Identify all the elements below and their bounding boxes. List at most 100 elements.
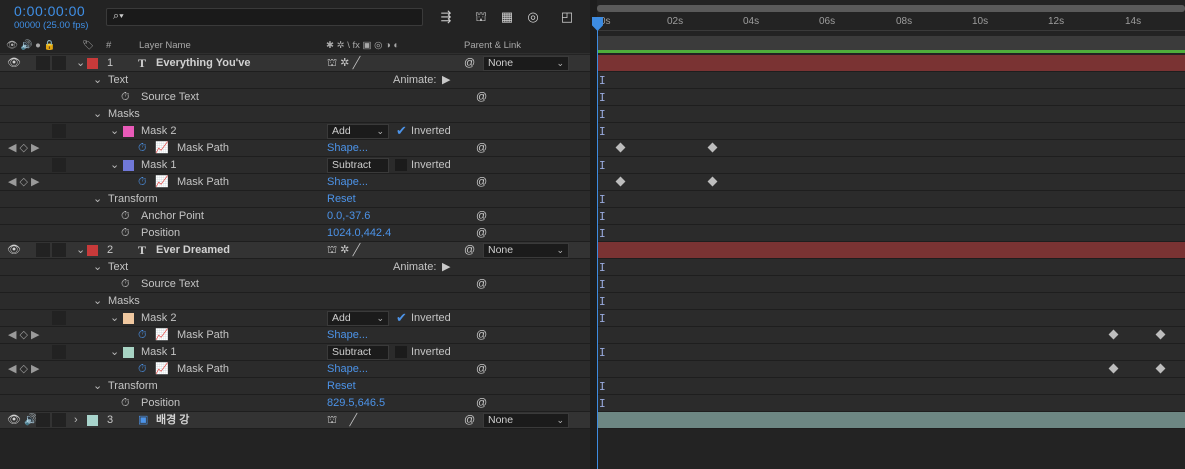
graph-icon[interactable]: 📈 — [155, 327, 169, 343]
mask-shape-link[interactable]: Shape... — [327, 174, 368, 190]
layer-name[interactable]: Everything You've — [156, 55, 251, 71]
pickwhip-icon[interactable]: @ — [476, 276, 487, 292]
mask-shape-link[interactable]: Shape... — [327, 361, 368, 377]
mask-color-swatch[interactable] — [123, 126, 134, 137]
current-time-display[interactable]: 0:00:00:00 — [14, 3, 85, 19]
parent-dropdown[interactable]: None ⌄ — [483, 243, 569, 258]
stopwatch-icon[interactable]: ⏱ — [121, 225, 130, 241]
property-group-masks[interactable]: ⌄ Masks — [0, 106, 590, 123]
keyframe[interactable] — [707, 142, 718, 153]
mask-2-row[interactable]: ⌄ Mask 2 Add ⌄ ✔ Inverted — [0, 123, 590, 140]
mask-color-swatch[interactable] — [123, 347, 134, 358]
pickwhip-icon[interactable]: @ — [476, 89, 487, 105]
pickwhip-icon[interactable]: @ — [476, 140, 487, 156]
pickwhip-icon[interactable]: @ — [476, 174, 487, 190]
layer-name[interactable]: Ever Dreamed — [156, 242, 230, 258]
inverted-checkbox[interactable] — [395, 159, 407, 171]
eye-icon[interactable]: 👁 — [7, 55, 21, 71]
property-source-text[interactable]: ⏱ Source Text @ — [0, 276, 590, 293]
eye-audio-icons[interactable]: 👁 🔊 — [7, 412, 38, 428]
reset-link[interactable]: Reset — [327, 191, 356, 207]
property-group-text[interactable]: ⌄ Text Animate: ▶ — [0, 72, 590, 89]
mask-name[interactable]: Mask 1 — [141, 344, 176, 360]
stopwatch-active-icon[interactable]: ⏱ — [138, 327, 147, 343]
stopwatch-icon[interactable]: ⏱ — [121, 395, 130, 411]
layer-bar-2[interactable] — [597, 242, 1185, 259]
keyframe-nav-icons[interactable]: ◀ ◇ ▶ — [8, 140, 40, 156]
layer-row-2[interactable]: 👁 ⌄ 2 T Ever Dreamed ⛫ ✲ ╱ @ None ⌄ — [0, 242, 590, 259]
mask-2-row[interactable]: ⌄ Mask 2 Add ⌄ ✔ Inverted — [0, 310, 590, 327]
inverted-checkbox[interactable]: ✔ — [396, 311, 407, 328]
mask-path-row[interactable]: ◀ ◇ ▶ ⏱ 📈 Mask Path Shape... @ — [0, 140, 590, 157]
layer-row-1[interactable]: 👁 ⌄ 1 T Everything You've ⛫ ✲ ╱ @ None ⌄ — [0, 55, 590, 72]
mask-mode-dropdown[interactable]: Add ⌄ — [327, 311, 389, 326]
position-value[interactable]: 1024.0,442.4 — [327, 225, 391, 241]
motion-blur-icon[interactable]: ◰ — [557, 8, 577, 26]
keyframe[interactable] — [615, 142, 626, 153]
position-value[interactable]: 829.5,646.5 — [327, 395, 385, 411]
expand-chevron-icon[interactable]: › — [74, 412, 78, 428]
pickwhip-icon[interactable]: @ — [476, 327, 487, 343]
collapse-chevron-icon[interactable]: ⌄ — [76, 55, 85, 71]
keyframe[interactable] — [615, 176, 626, 187]
hide-shy-layers-icon[interactable]: ▦ — [497, 8, 517, 26]
reset-link[interactable]: Reset — [327, 378, 356, 394]
property-group-transform[interactable]: ⌄ Transform Reset — [0, 378, 590, 395]
inverted-checkbox[interactable] — [395, 346, 407, 358]
inverted-checkbox[interactable]: ✔ — [396, 124, 407, 141]
pickwhip-icon[interactable]: @ — [476, 395, 487, 411]
property-anchor-point[interactable]: ⏱ Anchor Point 0.0,-37.6 @ — [0, 208, 590, 225]
keyframe-nav-icons[interactable]: ◀ ◇ ▶ — [8, 361, 40, 377]
keyframe[interactable] — [1155, 329, 1166, 340]
stopwatch-icon[interactable]: ⏱ — [121, 89, 130, 105]
animate-play-icon[interactable]: ▶ — [442, 259, 450, 275]
collapse-chevron-icon[interactable]: ⌄ — [76, 242, 85, 258]
layer-switches[interactable]: ⛫ ✲ ╱ — [327, 55, 360, 71]
layer-bar-3[interactable] — [597, 412, 1185, 429]
mask-path-row[interactable]: ◀ ◇ ▶ ⏱ 📈 Mask Path Shape... @ — [0, 361, 590, 378]
mask-mode-dropdown[interactable]: Subtract — [327, 345, 389, 360]
layer-name[interactable]: 배경 강 — [156, 412, 189, 428]
column-layer-name[interactable]: Layer Name — [139, 40, 191, 51]
collapse-chevron-icon[interactable]: ⌄ — [110, 157, 119, 173]
composition-mini-flowchart-icon[interactable]: ⇶ — [436, 8, 456, 26]
keyframe[interactable] — [1108, 363, 1119, 374]
layer-switches[interactable]: ⛫ ╱ — [327, 412, 357, 428]
graph-icon[interactable]: 📈 — [155, 174, 169, 190]
mask-mode-dropdown[interactable]: Add ⌄ — [327, 124, 389, 139]
frame-blending-icon[interactable]: ◎ — [523, 8, 543, 26]
keyframe-nav-icons[interactable]: ◀ ◇ ▶ — [8, 327, 40, 343]
layer-label-color[interactable] — [87, 58, 98, 69]
graph-icon[interactable]: 📈 — [155, 140, 169, 156]
stopwatch-active-icon[interactable]: ⏱ — [138, 174, 147, 190]
pickwhip-icon[interactable]: @ — [464, 412, 475, 428]
property-group-text[interactable]: ⌄ Text Animate: ▶ — [0, 259, 590, 276]
collapse-chevron-icon[interactable]: ⌄ — [93, 191, 102, 207]
mask-color-swatch[interactable] — [123, 313, 134, 324]
panel-divider[interactable] — [590, 0, 597, 469]
property-group-masks[interactable]: ⌄ Masks — [0, 293, 590, 310]
layer-label-color[interactable] — [87, 415, 98, 426]
collapse-chevron-icon[interactable]: ⌄ — [110, 310, 119, 326]
collapse-chevron-icon[interactable]: ⌄ — [93, 259, 102, 275]
collapse-chevron-icon[interactable]: ⌄ — [93, 72, 102, 88]
animate-play-icon[interactable]: ▶ — [442, 72, 450, 88]
layer-switches[interactable]: ⛫ ✲ ╱ — [327, 242, 360, 258]
property-position[interactable]: ⏱ Position 1024.0,442.4 @ — [0, 225, 590, 242]
stopwatch-icon[interactable]: ⏱ — [121, 208, 130, 224]
pickwhip-icon[interactable]: @ — [476, 208, 487, 224]
property-source-text[interactable]: ⏱ Source Text @ — [0, 89, 590, 106]
collapse-chevron-icon[interactable]: ⌄ — [93, 378, 102, 394]
mask-path-row[interactable]: ◀ ◇ ▶ ⏱ 📈 Mask Path Shape... @ — [0, 327, 590, 344]
draft-3d-icon[interactable]: ⛫ — [471, 8, 491, 26]
parent-dropdown[interactable]: None ⌄ — [483, 413, 569, 428]
keyframe[interactable] — [1108, 329, 1119, 340]
layer-bar-1[interactable] — [597, 55, 1185, 72]
mask-name[interactable]: Mask 1 — [141, 157, 176, 173]
mask-color-swatch[interactable] — [123, 160, 134, 171]
collapse-chevron-icon[interactable]: ⌄ — [110, 123, 119, 139]
layer-row-3[interactable]: 👁 🔊 › 3 ▣ 배경 강 ⛫ ╱ @ None ⌄ — [0, 412, 590, 429]
mask-path-row[interactable]: ◀ ◇ ▶ ⏱ 📈 Mask Path Shape... @ — [0, 174, 590, 191]
collapse-chevron-icon[interactable]: ⌄ — [93, 293, 102, 309]
parent-dropdown[interactable]: None ⌄ — [483, 56, 569, 71]
